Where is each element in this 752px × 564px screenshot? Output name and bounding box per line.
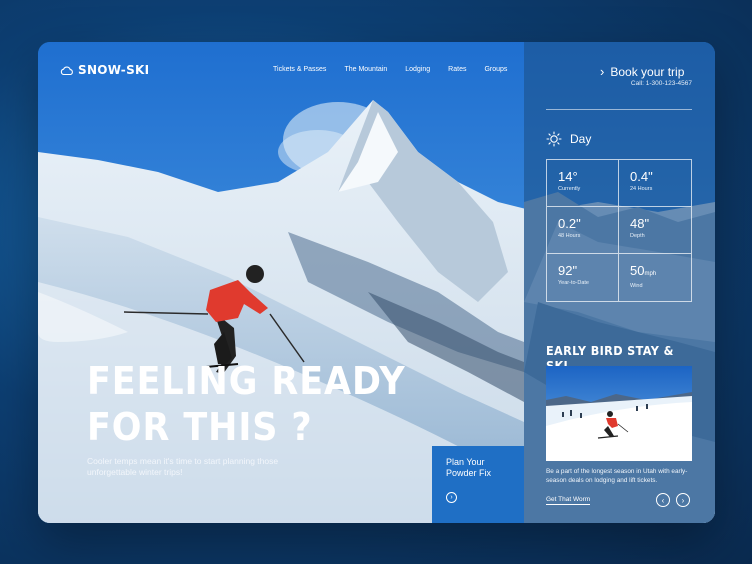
- headline-line-1: FEELING READY: [87, 359, 406, 403]
- stat-label: Depth: [630, 233, 645, 239]
- carousel-prev-button[interactable]: ‹: [656, 493, 670, 507]
- cloud-icon: [60, 66, 73, 75]
- stat-unit: mph: [644, 271, 657, 277]
- stat-label: Wind: [630, 283, 643, 289]
- stat-value: 48": [630, 216, 650, 231]
- stat-label: Currently: [558, 186, 581, 192]
- stat-currently: 14° Currently: [547, 160, 619, 207]
- chevron-left-icon: ‹: [661, 495, 665, 505]
- hero-headline: FEELING READY FOR THIS ?: [87, 358, 406, 450]
- stat-depth: 48" Depth: [619, 207, 691, 254]
- hero-subtext: Cooler temps mean it's time to start pla…: [87, 456, 279, 477]
- nav-item-tickets[interactable]: Tickets & Passes: [273, 66, 326, 73]
- chevron-right-icon: ›: [600, 64, 605, 79]
- nav-item-rates[interactable]: Rates: [448, 66, 466, 73]
- brand-logo[interactable]: SNOW-SKI: [60, 63, 149, 77]
- nav-item-mountain[interactable]: The Mountain: [344, 66, 387, 73]
- stat-number: 50: [630, 263, 645, 278]
- brand-name: SNOW-SKI: [78, 63, 150, 77]
- get-that-worm-link[interactable]: Get That Worm: [546, 496, 591, 505]
- powder-fix-card[interactable]: Plan Your Powder Fix ›: [432, 446, 524, 523]
- powder-fix-title: Plan Your Powder Fix: [446, 457, 492, 478]
- stat-label: Year-to-Date: [558, 280, 589, 286]
- stat-wind: 50mph Wind: [619, 254, 691, 301]
- carousel-next-button[interactable]: ›: [676, 493, 690, 507]
- main-menu: Tickets & Passes The Mountain Lodging Ra…: [273, 66, 507, 73]
- chevron-right-icon: ›: [450, 494, 453, 501]
- stat-value: 50mph: [630, 264, 691, 281]
- stat-value: 14°: [558, 169, 578, 184]
- chevron-right-icon: ›: [681, 495, 685, 505]
- nav-item-lodging[interactable]: Lodging: [405, 66, 430, 73]
- stat-value: 0.2": [558, 216, 581, 231]
- hero-card: SNOW-SKI Tickets & Passes The Mountain L…: [38, 42, 715, 523]
- stat-year-to-date: 92" Year-to-Date: [547, 254, 619, 301]
- weather-stats-grid: 14° Currently 0.4" 24 Hours 0.2" 48 Hour…: [546, 159, 692, 302]
- call-number[interactable]: Call: 1-300-123-4567: [631, 80, 692, 87]
- book-trip-button[interactable]: › Book your trip: [600, 64, 684, 79]
- book-trip-label: Book your trip: [610, 64, 685, 79]
- weather-header: Day: [546, 131, 591, 147]
- stat-24-hours: 0.4" 24 Hours: [619, 160, 691, 207]
- early-bird-description: Be a part of the longest season in Utah …: [546, 468, 688, 484]
- carousel-controls: ‹ ›: [656, 493, 690, 507]
- stat-value: 92": [558, 263, 578, 278]
- stat-label: 24 Hours: [630, 186, 653, 192]
- nav-item-groups[interactable]: Groups: [484, 66, 507, 73]
- divider: [546, 109, 692, 110]
- stat-48-hours: 0.2" 48 Hours: [547, 207, 619, 254]
- sun-icon: [546, 131, 562, 147]
- early-bird-photo: [546, 366, 692, 461]
- side-panel: › Book your trip Call: 1-300-123-4567 Da…: [524, 42, 715, 523]
- stat-value: 0.4": [630, 169, 653, 184]
- weather-title: Day: [570, 132, 592, 146]
- top-navigation: SNOW-SKI Tickets & Passes The Mountain L…: [38, 42, 524, 102]
- powder-fix-button[interactable]: ›: [446, 492, 457, 503]
- stat-label: 48 Hours: [558, 233, 581, 239]
- headline-line-2: FOR THIS ?: [87, 405, 313, 449]
